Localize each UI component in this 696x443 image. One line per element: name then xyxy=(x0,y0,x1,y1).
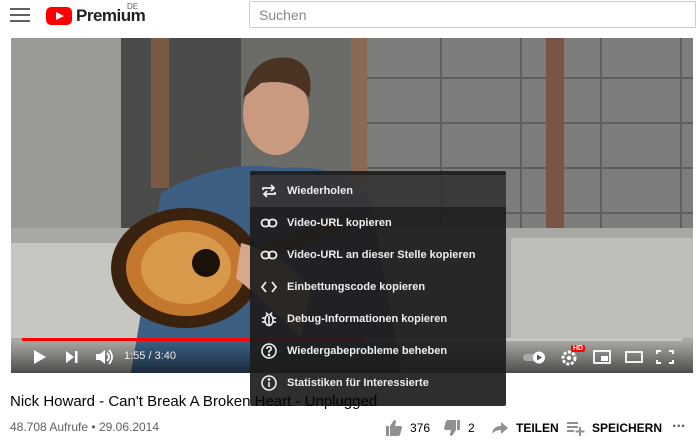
dislike-button[interactable]: 2 xyxy=(442,418,475,438)
menu-icon[interactable] xyxy=(10,8,30,24)
code-icon xyxy=(252,271,286,303)
context-menu-label: Statistiken für Interessierte xyxy=(287,377,429,389)
time-display: 1:55 / 3:40 xyxy=(124,350,176,362)
save-button[interactable]: SPEICHERN xyxy=(566,418,662,438)
logo-region: DE xyxy=(127,2,139,11)
theater-mode-button[interactable] xyxy=(623,347,645,367)
share-icon xyxy=(492,422,508,434)
youtube-play-icon xyxy=(46,7,72,25)
play-icon xyxy=(34,350,46,364)
settings-button[interactable]: HD xyxy=(559,345,586,367)
loop-icon xyxy=(252,175,286,207)
bug-icon xyxy=(252,303,286,335)
video-title: Nick Howard - Can't Break A Broken Heart… xyxy=(10,393,378,410)
meta-dot: • xyxy=(91,420,96,434)
search-input[interactable] xyxy=(250,2,695,27)
share-button[interactable]: TEILEN xyxy=(490,418,559,438)
context-menu-label: Wiederholen xyxy=(287,185,353,197)
volume-icon xyxy=(96,349,113,365)
fullscreen-icon xyxy=(656,350,674,364)
autoplay-toggle[interactable] xyxy=(521,347,549,367)
context-menu-label: Wiedergabeprobleme beheben xyxy=(287,345,448,357)
context-menu-item[interactable]: Video-URL an dieser Stelle kopieren xyxy=(250,239,506,271)
next-icon xyxy=(66,351,78,363)
thumbs-down-icon xyxy=(444,420,460,436)
total-time: 3:40 xyxy=(154,350,177,362)
more-actions-button[interactable]: ... xyxy=(672,414,685,432)
context-menu-label: Einbettungscode kopieren xyxy=(287,281,426,293)
dislike-count: 2 xyxy=(468,421,475,435)
context-menu-item[interactable]: Wiedergabeprobleme beheben xyxy=(250,335,506,367)
playlist-add-icon xyxy=(567,422,585,436)
share-label: TEILEN xyxy=(516,421,559,435)
context-menu-item[interactable]: Debug-Informationen kopieren xyxy=(250,303,506,335)
top-bar: Premium DE xyxy=(0,0,696,34)
autoplay-icon xyxy=(523,351,545,364)
save-label: SPEICHERN xyxy=(592,421,663,435)
play-button[interactable] xyxy=(29,347,51,367)
view-count: 48.708 Aufrufe xyxy=(10,420,89,434)
like-count: 376 xyxy=(410,421,431,435)
fullscreen-button[interactable] xyxy=(654,347,676,367)
thumbs-up-icon xyxy=(386,420,402,436)
miniplayer-icon xyxy=(593,350,611,364)
more-label: ... xyxy=(672,414,686,431)
context-menu-item[interactable]: Video-URL kopieren xyxy=(250,207,506,239)
volume-button[interactable] xyxy=(93,347,115,367)
hd-badge: HD xyxy=(571,345,586,352)
time-separator: / xyxy=(148,350,152,362)
video-meta: 48.708 Aufrufe • 29.06.2014 xyxy=(10,420,159,434)
link-icon xyxy=(252,239,286,271)
help-icon xyxy=(252,335,286,367)
link-icon xyxy=(252,207,286,239)
search-box[interactable] xyxy=(249,1,696,28)
like-button[interactable]: 376 xyxy=(384,418,430,438)
upload-date: 29.06.2014 xyxy=(98,420,160,434)
context-menu-label: Video-URL kopieren xyxy=(287,217,392,229)
theater-icon xyxy=(625,351,643,363)
context-menu-item[interactable]: Wiederholen xyxy=(250,175,506,207)
current-time: 1:55 xyxy=(124,350,146,362)
context-menu-label: Debug-Informationen kopieren xyxy=(287,313,448,325)
context-menu: Wiederholen Video-URL kopieren Video-URL a… xyxy=(250,171,506,406)
miniplayer-button[interactable] xyxy=(591,347,613,367)
next-button[interactable] xyxy=(61,347,83,367)
context-menu-item[interactable]: Einbettungscode kopieren xyxy=(250,271,506,303)
context-menu-label: Video-URL an dieser Stelle kopieren xyxy=(287,249,476,261)
